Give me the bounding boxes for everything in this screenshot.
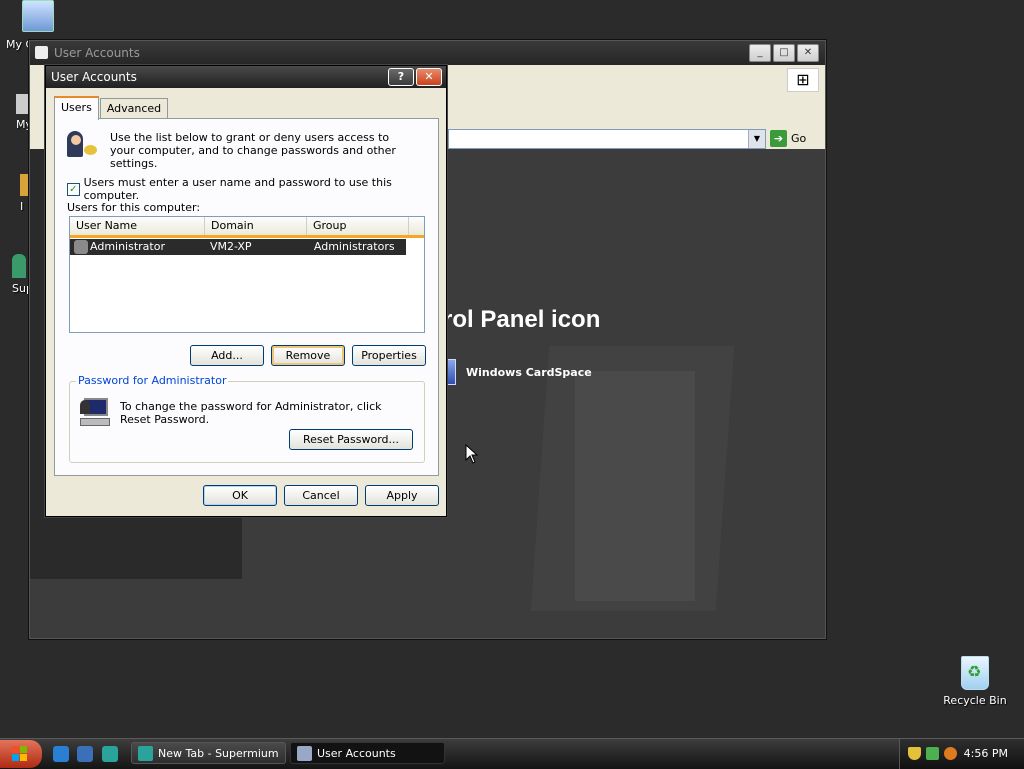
ok-button[interactable]: OK [203, 485, 277, 506]
go-button[interactable]: ➔ Go [770, 129, 806, 147]
password-group-title: Password for Administrator [76, 374, 229, 387]
tab-advanced[interactable]: Advanced [99, 98, 169, 119]
recycle-bin-icon [961, 656, 989, 690]
require-login-label[interactable]: Users must enter a user name and passwor… [84, 176, 438, 202]
my-computer-desktop-icon[interactable]: My C [0, 0, 80, 51]
cardspace-item[interactable]: Windows CardSpace [442, 359, 592, 385]
start-button[interactable] [0, 740, 42, 768]
taskbar: New Tab - Supermium User Accounts 4:56 P… [0, 738, 1024, 769]
internet-explorer-icon[interactable] [53, 746, 69, 762]
maximize-button[interactable]: □ [773, 44, 795, 62]
users-list[interactable]: User Name Domain Group Administrator VM2… [69, 216, 425, 333]
user-icon [74, 240, 88, 254]
address-dropdown-icon[interactable]: ▼ [748, 130, 765, 148]
password-help-text: To change the password for Administrator… [120, 400, 382, 426]
desktop-icon-label: I [20, 200, 24, 213]
password-group: Password for Administrator To change the… [69, 374, 425, 463]
minimize-button[interactable]: _ [749, 44, 771, 62]
taskbar-item-user-accounts[interactable]: User Accounts [290, 742, 445, 764]
cell-group: Administrators [313, 240, 395, 253]
column-header-domain[interactable]: Domain [205, 217, 307, 235]
clock[interactable]: 4:56 PM [964, 747, 1008, 760]
dialog-title: User Accounts [51, 70, 137, 84]
table-row[interactable]: Administrator VM2-XP Administrators [70, 239, 406, 255]
recycle-bin-label: Recycle Bin [943, 694, 1007, 707]
page-heading: rol Panel icon [443, 306, 601, 333]
windows-flag-icon [12, 746, 28, 762]
list-header: User Name Domain Group [70, 217, 424, 238]
user-accounts-dialog: User Accounts ? ✕ Users Advanced Use the… [45, 65, 447, 517]
computer-user-icon [80, 398, 110, 428]
require-login-option[interactable]: ✓ Users must enter a user name and passw… [67, 176, 438, 202]
supermium-icon [138, 746, 153, 761]
media-player-icon[interactable] [77, 746, 93, 762]
cardspace-label: Windows CardSpace [466, 365, 592, 379]
column-header-user-name[interactable]: User Name [70, 217, 205, 235]
taskbar-item-label: User Accounts [317, 747, 396, 760]
watermark-graphic-inner [575, 371, 695, 601]
security-shield-icon[interactable] [908, 747, 921, 760]
users-tab-panel: Use the list below to grant or deny user… [54, 118, 439, 476]
reset-password-button[interactable]: Reset Password... [289, 429, 413, 450]
properties-button[interactable]: Properties [352, 345, 426, 366]
cancel-button[interactable]: Cancel [284, 485, 358, 506]
window-icon [35, 46, 48, 59]
users-key-icon [67, 131, 97, 161]
intro-text: Use the list below to grant or deny user… [110, 131, 396, 170]
search-icon[interactable] [944, 747, 957, 760]
require-login-checkbox[interactable]: ✓ [67, 182, 80, 196]
apply-button[interactable]: Apply [365, 485, 439, 506]
remove-user-button[interactable]: Remove [271, 345, 345, 366]
supermium-quicklaunch-icon[interactable] [102, 746, 118, 762]
supermium-icon [12, 254, 26, 278]
system-tray: 4:56 PM [899, 739, 1024, 769]
dialog-titlebar[interactable]: User Accounts ? ✕ [46, 66, 446, 88]
network-icon[interactable] [926, 747, 939, 760]
user-accounts-icon [297, 746, 312, 761]
column-header-group[interactable]: Group [307, 217, 409, 235]
my-computer-icon [22, 0, 54, 32]
add-user-button[interactable]: Add... [190, 345, 264, 366]
cell-domain: VM2-XP [209, 240, 252, 253]
close-button[interactable]: ✕ [797, 44, 819, 62]
tab-users[interactable]: Users [54, 96, 99, 120]
recycle-bin-desktop-icon[interactable]: Recycle Bin [940, 656, 1010, 707]
address-input[interactable]: ▼ [448, 129, 766, 149]
taskbar-item-label: New Tab - Supermium [158, 747, 279, 760]
background-window-title: User Accounts [54, 46, 140, 60]
go-label: Go [791, 131, 807, 145]
background-window-titlebar[interactable]: User Accounts _ □ ✕ [30, 41, 825, 65]
close-button[interactable]: ✕ [416, 68, 442, 86]
cell-user-name: Administrator [90, 240, 165, 253]
go-arrow-icon: ➔ [770, 129, 787, 147]
help-button[interactable]: ? [388, 68, 414, 86]
windows-logo-icon: ⊞ [787, 68, 819, 92]
mouse-cursor-icon [465, 444, 479, 464]
taskbar-item-new-tab[interactable]: New Tab - Supermium [131, 742, 286, 764]
users-list-label: Users for this computer: [67, 201, 201, 214]
